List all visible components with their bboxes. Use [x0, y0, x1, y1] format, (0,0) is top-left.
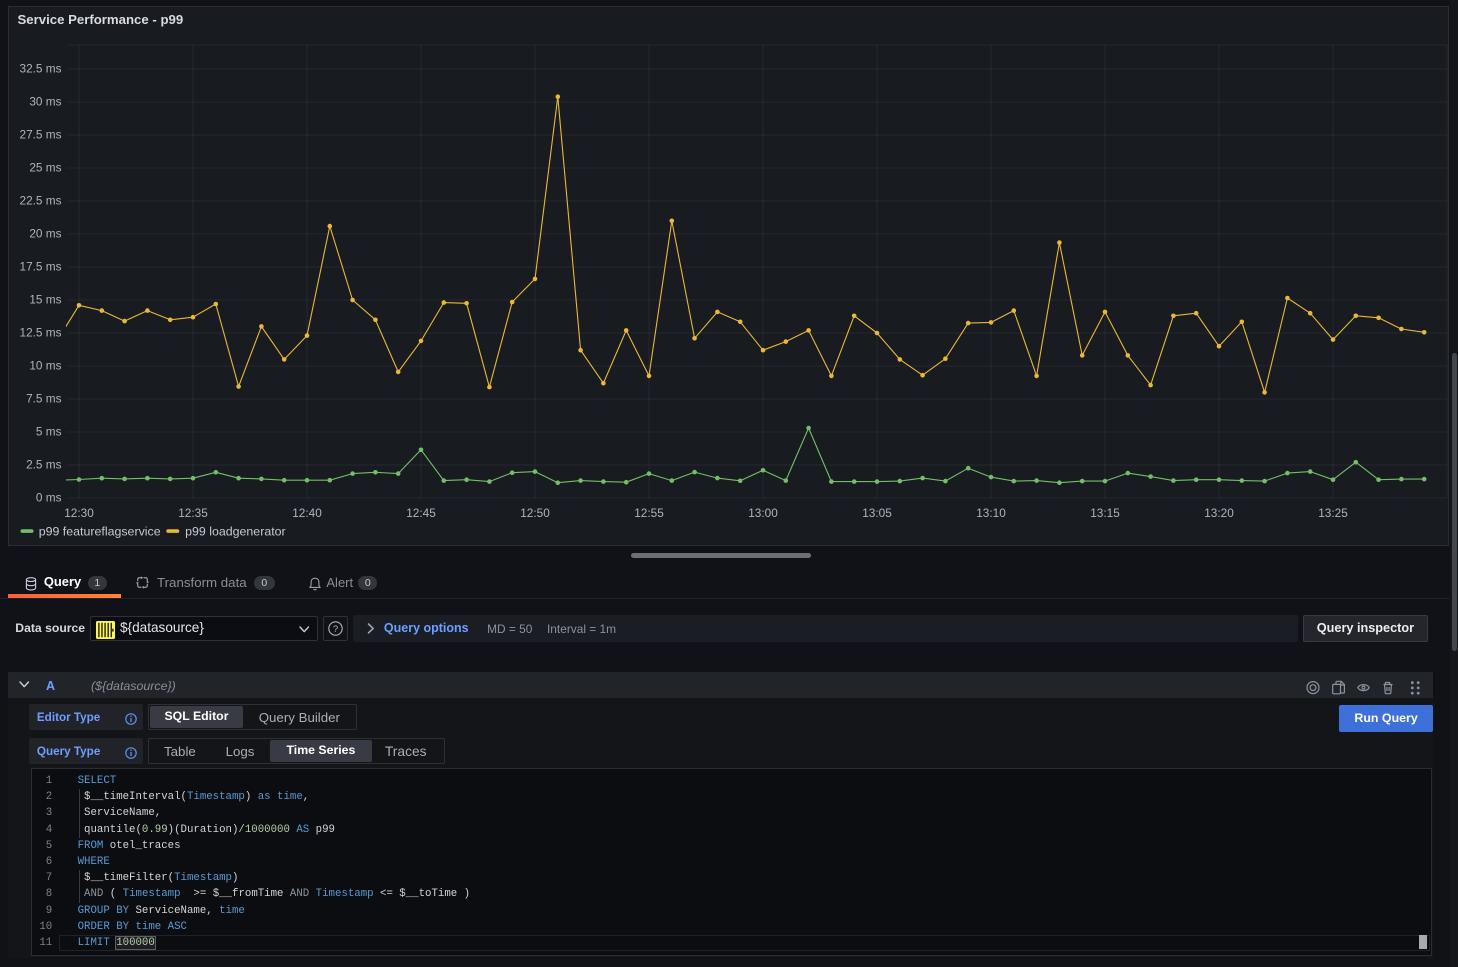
svg-text:13:05: 13:05	[862, 506, 892, 520]
svg-text:20 ms: 20 ms	[29, 227, 61, 241]
svg-text:22.5 ms: 22.5 ms	[20, 194, 62, 208]
svg-text:0 ms: 0 ms	[36, 491, 62, 505]
svg-text:12:30: 12:30	[64, 506, 94, 520]
svg-text:12:55: 12:55	[634, 506, 664, 520]
svg-text:13:00: 13:00	[748, 506, 778, 520]
svg-text:32.5 ms: 32.5 ms	[20, 62, 62, 76]
svg-text:p99 loadgenerator: p99 loadgenerator	[185, 524, 286, 538]
svg-text:13:15: 13:15	[1090, 506, 1120, 520]
svg-text:13:20: 13:20	[1204, 506, 1234, 520]
svg-text:30 ms: 30 ms	[29, 95, 61, 109]
svg-text:5 ms: 5 ms	[36, 425, 62, 439]
svg-text:7.5 ms: 7.5 ms	[26, 392, 62, 406]
svg-text:12:50: 12:50	[520, 506, 550, 520]
svg-text:17.5 ms: 17.5 ms	[20, 260, 62, 274]
svg-text:13:25: 13:25	[1318, 506, 1348, 520]
svg-text:15 ms: 15 ms	[29, 293, 61, 307]
svg-text:25 ms: 25 ms	[29, 161, 61, 175]
svg-text:12.5 ms: 12.5 ms	[20, 326, 62, 340]
svg-text:p99 featureflagservice: p99 featureflagservice	[39, 524, 161, 538]
svg-text:2.5 ms: 2.5 ms	[26, 458, 62, 472]
svg-text:12:40: 12:40	[292, 506, 322, 520]
svg-text:12:35: 12:35	[178, 506, 208, 520]
svg-text:27.5 ms: 27.5 ms	[20, 128, 62, 142]
svg-text:12:45: 12:45	[406, 506, 436, 520]
svg-text:10 ms: 10 ms	[29, 359, 61, 373]
svg-text:?: ?	[333, 624, 338, 635]
svg-text:13:10: 13:10	[976, 506, 1006, 520]
